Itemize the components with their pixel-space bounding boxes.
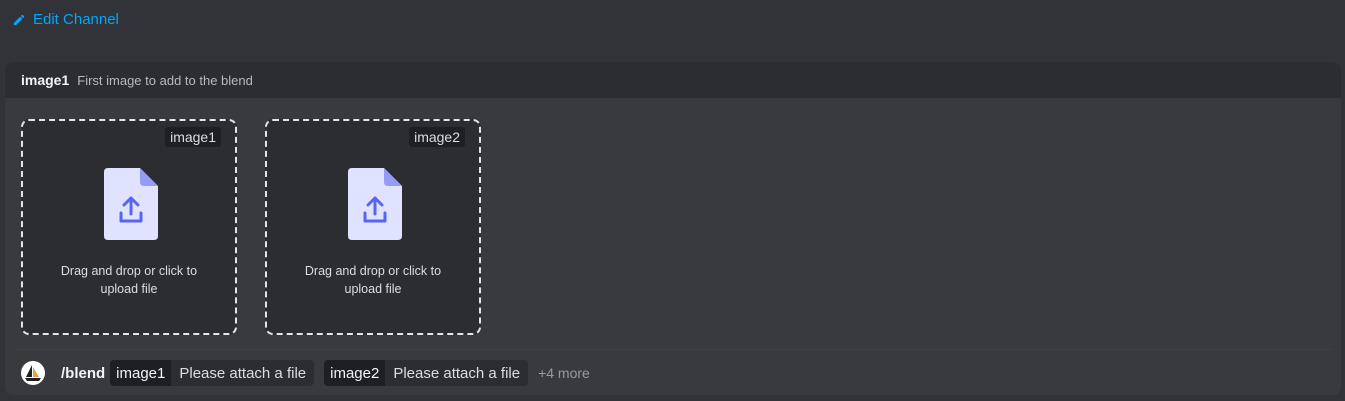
- option-key: image2: [324, 360, 386, 386]
- command-option-image1[interactable]: image1 Please attach a file: [110, 360, 315, 386]
- command-option-image2[interactable]: image2 Please attach a file: [324, 360, 529, 386]
- pencil-icon: [13, 14, 25, 25]
- file-upload-icon: [104, 168, 158, 240]
- option-value: Please attach a file: [179, 364, 307, 382]
- edit-channel-link[interactable]: Edit Channel: [12, 11, 119, 28]
- image1-dropzone[interactable]: image1 Drag and drop or click to upload …: [21, 119, 237, 335]
- dropzone-tag: image1: [165, 127, 221, 147]
- command-name: /blend: [61, 364, 106, 382]
- dropzone-instructions: Drag and drop or click to upload file: [304, 264, 442, 296]
- image2-dropzone[interactable]: image2 Drag and drop or click to upload …: [265, 119, 481, 335]
- sailboat-icon: [25, 365, 41, 381]
- bot-avatar: [21, 361, 45, 385]
- command-option-panel: image1 First image to add to the blend i…: [5, 62, 1341, 395]
- divider: [15, 349, 1331, 350]
- command-bar: /blend image1 Please attach a file image…: [21, 360, 590, 386]
- dropzone-instructions: Drag and drop or click to upload file: [60, 264, 198, 296]
- option-description: First image to add to the blend: [77, 72, 253, 88]
- more-options-link[interactable]: +4 more: [538, 365, 590, 381]
- option-key: image1: [110, 360, 172, 386]
- edit-channel-label: Edit Channel: [33, 11, 119, 28]
- option-name: image1: [21, 72, 70, 88]
- option-value: Please attach a file: [393, 364, 521, 382]
- dropzone-tag: image2: [409, 127, 465, 147]
- option-header: image1 First image to add to the blend: [5, 62, 1341, 98]
- file-upload-icon: [348, 168, 402, 240]
